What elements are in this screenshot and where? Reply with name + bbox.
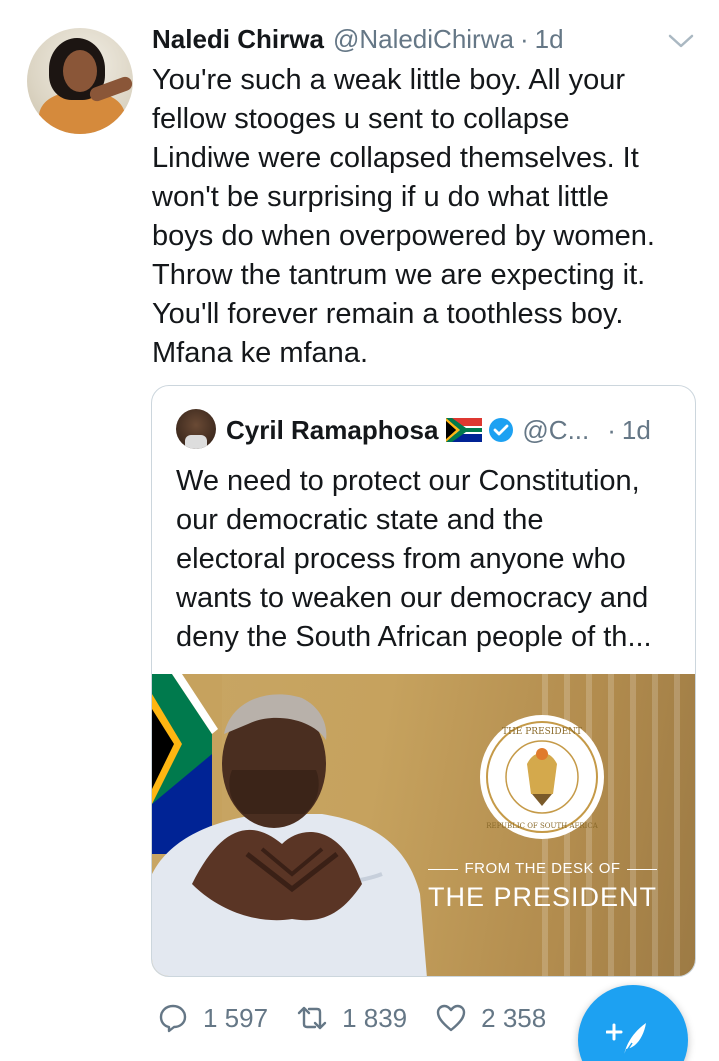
- tweet-text: You're such a weak little boy. All your …: [152, 61, 692, 373]
- tweet-text-line: You'll forever remain a toothless boy.: [152, 298, 624, 330]
- tweet-text-line: Mfana ke mfana.: [152, 337, 368, 369]
- reply-icon: [159, 1004, 187, 1033]
- quoted-tweet-timestamp: 1d: [621, 414, 651, 445]
- tweet-text-line: Lindiwe were collapsed themselves. It: [152, 142, 639, 174]
- verified-badge-icon: [489, 418, 514, 442]
- retweet-icon: [297, 1006, 327, 1030]
- quoted-tweet-text: We need to protect our Constitution, our…: [176, 462, 676, 657]
- chevron-down-icon[interactable]: [666, 30, 696, 52]
- tweet-timestamp[interactable]: 1d: [535, 24, 564, 55]
- compose-tweet-button[interactable]: [578, 985, 688, 1061]
- tweet-text-line: won't be surprising if u do what little: [152, 181, 609, 213]
- quoted-text-line: We need to protect our Constitution,: [176, 465, 640, 497]
- south-africa-flag-icon: [446, 418, 483, 442]
- author-name[interactable]: Naledi Chirwa: [152, 24, 324, 55]
- quoted-author-avatar: [176, 409, 216, 449]
- like-button[interactable]: 2 358: [435, 1002, 546, 1034]
- svg-text:THE PRESIDENT: THE PRESIDENT: [502, 727, 582, 737]
- quoted-text-line: electoral process from anyone who: [176, 543, 626, 575]
- tweet-text-line: fellow stooges u sent to collapse: [152, 103, 570, 135]
- tweet-text-line: Throw the tantrum we are expecting it.: [152, 259, 646, 291]
- tweet-text-line: You're such a weak little boy. All your: [152, 64, 626, 96]
- quoted-text-line: deny the South African people of th...: [176, 621, 652, 653]
- retweet-count: 1 839: [342, 1002, 408, 1033]
- like-icon: [436, 1004, 466, 1032]
- like-count: 2 358: [481, 1002, 547, 1033]
- quoted-text-line: wants to weaken our democracy and: [176, 582, 649, 614]
- reply-button[interactable]: 1 597: [157, 1002, 268, 1034]
- svg-text:REPUBLIC OF SOUTH AFRICA: REPUBLIC OF SOUTH AFRICA: [486, 822, 599, 830]
- compose-tweet-icon: [606, 1023, 646, 1056]
- tweet-text-line: boys do when overpowered by women.: [152, 220, 655, 252]
- quoted-tweet-image[interactable]: THE PRESIDENT REPUBLIC OF SOUTH AFRICA F…: [152, 674, 695, 976]
- presidential-seal-logo: THE PRESIDENT REPUBLIC OF SOUTH AFRICA: [480, 715, 604, 839]
- author-avatar[interactable]: [27, 28, 133, 134]
- tweet-actions: 1 597 1 839 2 358: [157, 1000, 574, 1036]
- tweet[interactable]: Naledi Chirwa @NalediChirwa · 1d You're …: [0, 0, 719, 1061]
- quoted-author-handle: @C...: [522, 414, 590, 445]
- president-photo: [152, 694, 427, 976]
- separator-dot: ·: [607, 414, 616, 445]
- image-tagline: FROM THE DESK OF: [420, 860, 665, 877]
- separator-dot: ·: [519, 24, 529, 54]
- image-headline: THE PRESIDENT: [427, 882, 658, 912]
- quoted-author-name: Cyril Ramaphosa: [226, 414, 439, 445]
- reply-count: 1 597: [203, 1002, 269, 1033]
- tweet-header: Naledi Chirwa @NalediChirwa · 1d: [152, 24, 564, 60]
- author-handle[interactable]: @NalediChirwa: [333, 24, 514, 55]
- quoted-tweet-header: Cyril Ramaphosa @C... · 1d: [226, 412, 651, 448]
- retweet-button[interactable]: 1 839: [296, 1002, 407, 1034]
- quoted-tweet-card[interactable]: Cyril Ramaphosa @C... · 1d We need to pr…: [151, 385, 696, 977]
- quoted-text-line: our democratic state and the: [176, 504, 544, 536]
